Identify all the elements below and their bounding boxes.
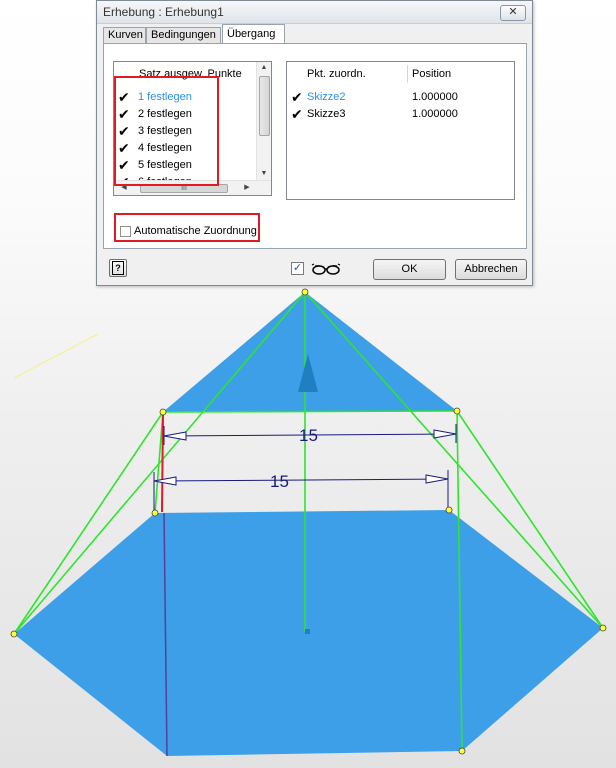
tab-panel-uebergang: Satz ausgew. Punkte ✔ 1 festlegen ✔ 2 fe…: [103, 43, 527, 249]
help-button[interactable]: ?: [109, 259, 127, 277]
table-row[interactable]: ✔ Skizze2 1.000000: [287, 89, 514, 106]
title-bar[interactable]: Erhebung : Erhebung1 ✕: [97, 1, 532, 24]
dimension-bottom[interactable]: [153, 470, 449, 510]
loft-dialog: Erhebung : Erhebung1 ✕ Kurven Bedingunge…: [96, 0, 533, 286]
construction-line: [13, 333, 99, 379]
checkmark-icon[interactable]: ✔: [291, 106, 303, 122]
dimension-top-value: 15: [299, 426, 318, 445]
vertical-scrollbar[interactable]: ▲ ▼: [256, 62, 271, 180]
tab-bedingungen[interactable]: Bedingungen: [146, 27, 221, 43]
scroll-right-icon[interactable]: ▶: [241, 181, 253, 195]
dialog-button-bar: ? ✓ OK Abbrechen: [97, 253, 532, 287]
scroll-up-icon[interactable]: ▲: [257, 62, 271, 74]
tab-kurven[interactable]: Kurven: [103, 27, 146, 43]
checkmark-icon[interactable]: ✔: [291, 89, 303, 105]
dialog-title: Erhebung : Erhebung1: [103, 5, 224, 19]
mapping-sketch: Skizze2: [307, 91, 346, 103]
cancel-button[interactable]: Abbrechen: [455, 259, 527, 280]
tab-uebergang[interactable]: Übergang: [222, 24, 285, 43]
axis-origin: [305, 629, 310, 634]
table-row[interactable]: ✔ Skizze3 1.000000: [287, 106, 514, 123]
highlighted-edge: [161, 411, 164, 513]
column-header-position[interactable]: Position: [407, 65, 451, 83]
point-mapping-list[interactable]: Pkt. zuordn. Position ✔ Skizze2 1.000000…: [286, 61, 515, 200]
column-header-point[interactable]: Pkt. zuordn.: [307, 65, 366, 83]
scroll-thumb[interactable]: [259, 76, 270, 136]
highlight-box-auto-assign: [114, 213, 260, 242]
mapping-position: 1.000000: [412, 108, 458, 120]
top-pyramid-face[interactable]: [163, 292, 457, 412]
dimension-bottom-value: 15: [270, 472, 289, 491]
ok-button[interactable]: OK: [373, 259, 446, 280]
scroll-down-icon[interactable]: ▼: [257, 168, 271, 180]
glasses-icon[interactable]: [310, 261, 342, 277]
preview-checkbox[interactable]: ✓: [291, 262, 304, 275]
mapping-position: 1.000000: [412, 91, 458, 103]
close-icon[interactable]: ✕: [500, 5, 526, 21]
help-icon: ?: [112, 261, 124, 275]
mapping-sketch: Skizze3: [307, 108, 346, 120]
highlight-box-point-sets: [114, 76, 219, 186]
